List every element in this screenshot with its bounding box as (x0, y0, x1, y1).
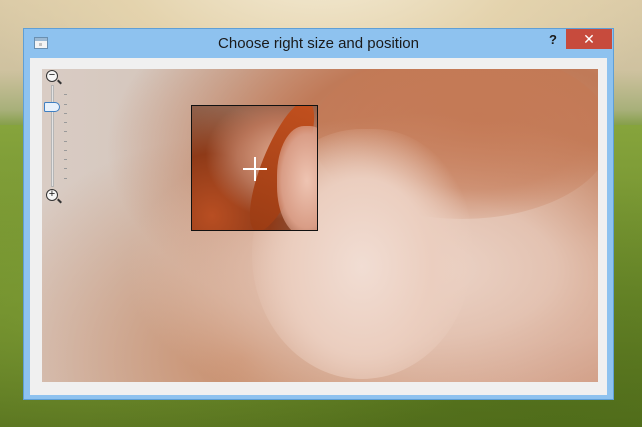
zoom-slider-track[interactable] (51, 85, 54, 187)
zoom-slider-tick (64, 159, 67, 161)
zoom-slider-tick (64, 140, 67, 142)
zoom-slider-tick (64, 177, 67, 179)
zoom-slider-tick (64, 122, 67, 124)
zoom-slider-tick (64, 112, 67, 114)
crop-photo-cheek (277, 126, 317, 230)
zoom-slider-thumb[interactable] (44, 102, 60, 113)
crosshair-icon-vertical[interactable] (254, 157, 256, 181)
close-button[interactable]: ✕ (566, 29, 612, 49)
zoom-slider-tick (64, 131, 67, 133)
title-bar[interactable]: Choose right size and position ? ✕ (24, 29, 613, 58)
zoom-slider-panel: − + (38, 67, 70, 207)
crop-dialog-window: Choose right size and position ? ✕ − + (23, 28, 614, 400)
zoom-slider-tick (64, 103, 67, 105)
crop-selection-box[interactable] (191, 105, 318, 231)
zoom-slider-tick (64, 94, 67, 96)
help-button[interactable]: ? (542, 30, 564, 50)
zoom-out-icon[interactable]: − (46, 70, 58, 82)
image-preview[interactable] (42, 69, 598, 382)
zoom-in-icon[interactable]: + (46, 189, 58, 201)
window-title: Choose right size and position (218, 35, 419, 52)
zoom-slider-tick (64, 149, 67, 151)
zoom-slider-tick (64, 168, 67, 170)
